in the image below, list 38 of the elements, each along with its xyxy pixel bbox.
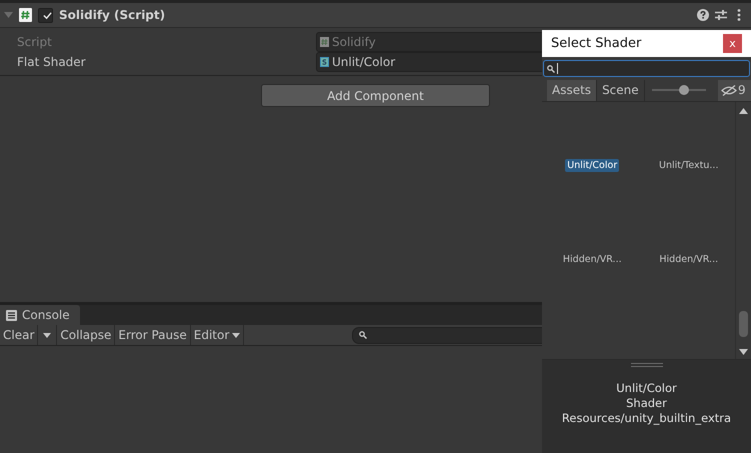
asset-item[interactable]: Unlit/Textu...: [657, 159, 720, 172]
enabled-checkbox[interactable]: [38, 8, 53, 22]
slider-thumb[interactable]: [679, 85, 690, 95]
caret-icon: [43, 332, 52, 338]
add-component-button[interactable]: Add Component: [261, 84, 490, 107]
help-icon[interactable]: [697, 9, 709, 21]
scroll-up-icon[interactable]: [739, 108, 748, 114]
hidden-count-button[interactable]: 9: [718, 80, 751, 100]
asset-item[interactable]: Unlit/Color: [565, 159, 620, 172]
console-tab[interactable]: Console: [0, 305, 80, 325]
preset-icon[interactable]: [715, 9, 727, 21]
console-icon: [6, 310, 17, 320]
checkmark-icon: [43, 10, 52, 20]
close-button[interactable]: x: [723, 34, 742, 53]
hidden-eye-icon: [721, 84, 737, 96]
preview-text: Resources/unity_builtin_extra: [562, 410, 732, 426]
more-icon[interactable]: [737, 9, 741, 21]
component-title: Solidify (Script): [59, 8, 166, 22]
scrollbar[interactable]: [735, 102, 751, 359]
scroll-down-icon[interactable]: [739, 349, 748, 355]
shader-icon: [320, 57, 329, 67]
picker-tab[interactable]: Assets: [547, 80, 598, 100]
preview-text: Shader: [626, 396, 667, 410]
search-icon: [359, 331, 368, 339]
window-title: Select Shader: [551, 36, 642, 51]
resize-handle-icon[interactable]: [630, 363, 662, 367]
preview-text: Unlit/Color: [616, 380, 677, 396]
script-icon: [320, 37, 329, 47]
asset-item[interactable]: Hidden/VR...: [657, 253, 720, 266]
property-label: Flat Shader: [17, 55, 87, 69]
size-slider[interactable]: [652, 84, 706, 96]
property-label: Script: [17, 35, 53, 49]
caret-icon: [232, 332, 240, 338]
search-icon: [547, 64, 555, 72]
search-field[interactable]: [543, 60, 750, 77]
asset-item[interactable]: Hidden/VR...: [560, 253, 624, 266]
script-icon: [19, 8, 32, 22]
scroll-thumb[interactable]: [739, 311, 748, 337]
